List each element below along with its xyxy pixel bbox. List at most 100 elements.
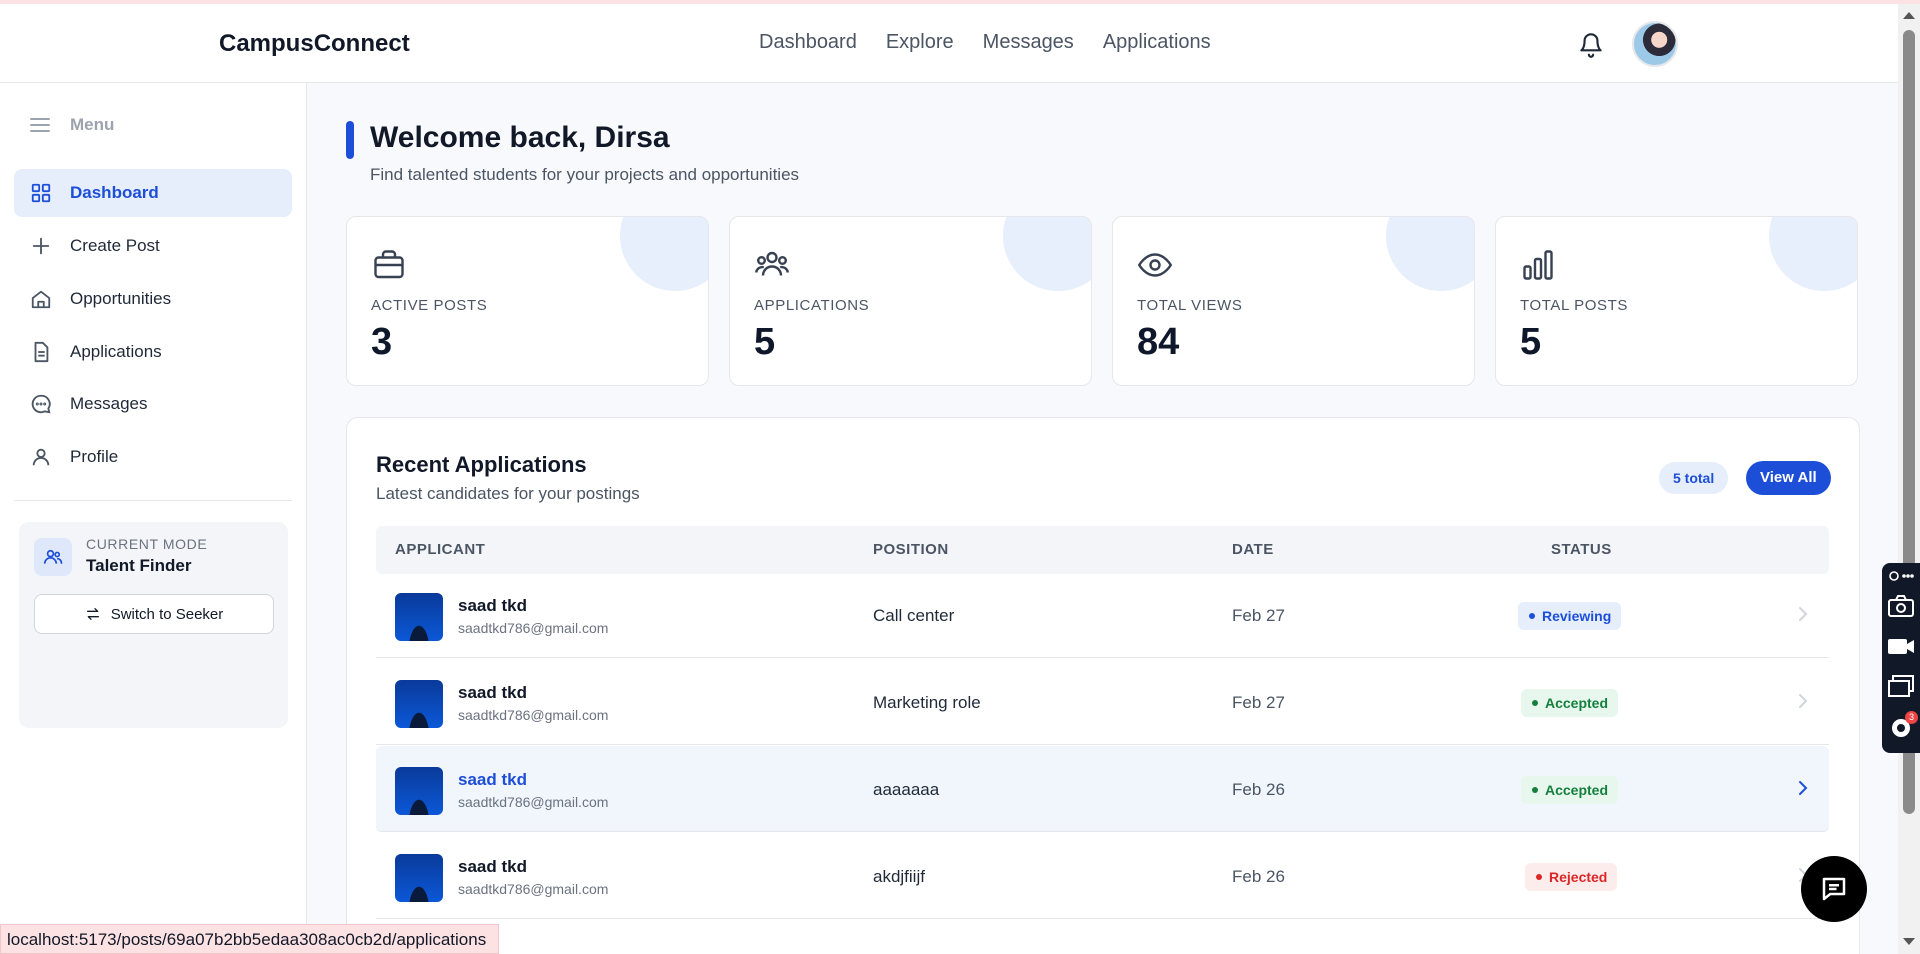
stat-value: 5 (1520, 321, 1542, 363)
decorative-blob (620, 217, 708, 291)
stat-label: TOTAL POSTS (1520, 297, 1629, 314)
settings-badge: 3 (1905, 711, 1918, 724)
menu-toggle[interactable]: Menu (30, 115, 114, 135)
bell-icon[interactable] (1578, 30, 1604, 60)
view-all-button[interactable]: View All (1746, 461, 1831, 495)
position-cell: aaaaaaa (873, 780, 940, 799)
users-icon (755, 251, 789, 276)
applicant-email: saadtkd786@gmail.com (458, 881, 609, 897)
column-header-applicant: APPLICANT (395, 541, 486, 558)
decorative-blob (1003, 217, 1091, 291)
topnav-explore[interactable]: Explore (886, 31, 954, 54)
position-cell: akdjfiijf (873, 867, 925, 886)
file-icon (34, 341, 49, 363)
page-title: Welcome back, Dirsa (370, 121, 670, 154)
applicant-avatar (395, 680, 443, 728)
menu-label: Menu (70, 115, 115, 134)
chevron-right-icon[interactable] (1795, 778, 1811, 798)
total-count-badge: 5 total (1659, 462, 1729, 494)
status-badge: Reviewing (1518, 602, 1622, 630)
video-camera-icon[interactable] (1887, 633, 1915, 659)
table-row[interactable]: saad tkd saadtkd786@gmail.com aaaaaaa Feb 2… (376, 746, 1829, 832)
stat-label: ACTIVE POSTS (371, 297, 488, 314)
screen-capture-toolbar: 3 (1882, 563, 1920, 753)
status-badge: Accepted (1521, 776, 1619, 804)
applicant-avatar (395, 854, 443, 902)
sidebar-item-label: Dashboard (70, 183, 159, 202)
link-icon[interactable] (1887, 569, 1915, 583)
sidebar-item-messages[interactable]: Messages (14, 380, 292, 428)
eye-icon (1137, 253, 1173, 277)
home-icon (31, 290, 51, 309)
top-nav: Dashboard Explore Messages Applications (759, 31, 1211, 54)
column-header-date: DATE (1232, 541, 1274, 558)
topnav-applications[interactable]: Applications (1103, 31, 1211, 54)
sidebar-divider (14, 500, 292, 501)
camera-icon[interactable] (1887, 593, 1915, 619)
window-capture-icon[interactable] (1887, 673, 1915, 699)
chat-bubble-icon (31, 394, 51, 414)
chevron-right-icon[interactable] (1795, 604, 1811, 624)
sidebar: Menu Dashboard Create Post Opportunities… (0, 83, 307, 954)
top-header: CampusConnect Dashboard Explore Messages… (0, 4, 1898, 83)
position-cell: Marketing role (873, 693, 981, 712)
status-badge: Accepted (1521, 689, 1619, 717)
topnav-dashboard[interactable]: Dashboard (759, 31, 857, 54)
table-header: APPLICANT POSITION DATE STATUS (376, 526, 1829, 574)
swap-arrows-icon (86, 608, 99, 620)
applicant-avatar (395, 767, 443, 815)
user-avatar[interactable] (1632, 21, 1678, 67)
chat-fab-button[interactable] (1801, 856, 1867, 922)
users-icon (43, 549, 63, 564)
scroll-up-arrow-icon[interactable] (1903, 12, 1915, 19)
hamburger-icon (30, 118, 50, 132)
brand-logo[interactable]: CampusConnect (219, 30, 410, 58)
scroll-down-arrow-icon[interactable] (1903, 938, 1915, 945)
sidebar-item-label: Opportunities (70, 289, 172, 308)
sidebar-item-label: Applications (70, 342, 162, 361)
decorative-blob (1769, 217, 1857, 291)
sidebar-item-create-post[interactable]: Create Post (14, 222, 292, 270)
stat-label: TOTAL VIEWS (1137, 297, 1243, 314)
recent-applications-card: Recent Applications Latest candidates fo… (346, 417, 1860, 954)
sidebar-item-applications[interactable]: Applications (14, 328, 292, 376)
applicant-name: saad tkd (458, 683, 527, 702)
section-subtitle: Latest candidates for your postings (376, 484, 640, 503)
applicant-email: saadtkd786@gmail.com (458, 707, 609, 723)
sidebar-item-dashboard[interactable]: Dashboard (14, 169, 292, 217)
date-cell: Feb 27 (1232, 693, 1285, 712)
stat-card-applications: APPLICATIONS 5 (729, 216, 1092, 386)
sidebar-item-label: Profile (70, 447, 119, 466)
applicant-email: saadtkd786@gmail.com (458, 794, 609, 810)
bar-chart-icon (1523, 250, 1553, 280)
date-cell: Feb 27 (1232, 606, 1285, 625)
stat-value: 5 (754, 321, 776, 363)
sidebar-item-opportunities[interactable]: Opportunities (14, 275, 292, 323)
decorative-blob (1386, 217, 1474, 291)
grid-icon (31, 183, 51, 203)
switch-mode-button[interactable]: Switch to Seeker (34, 594, 274, 634)
sidebar-item-profile[interactable]: Profile (14, 433, 292, 481)
stat-label: APPLICATIONS (754, 297, 870, 314)
date-cell: Feb 26 (1232, 867, 1285, 886)
switch-mode-label: Switch to Seeker (110, 605, 224, 623)
position-cell: Call center (873, 606, 955, 625)
applicant-email: saadtkd786@gmail.com (458, 620, 609, 636)
current-mode-card: CURRENT MODE Talent Finder Switch to See… (19, 522, 288, 728)
status-badge: Rejected (1525, 863, 1618, 891)
plus-icon (32, 237, 50, 255)
table-row[interactable]: saad tkd saadtkd786@gmail.com Call center F… (376, 572, 1829, 658)
topnav-messages[interactable]: Messages (983, 31, 1074, 54)
welcome-accent-bar (346, 121, 354, 159)
applicant-name: saad tkd (458, 857, 527, 876)
stat-card-active-posts: ACTIVE POSTS 3 (346, 216, 709, 386)
stat-value: 3 (371, 321, 393, 363)
table-row[interactable]: saad tkd saadtkd786@gmail.com akdjfiijf Feb… (376, 833, 1829, 919)
mode-value: Talent Finder (86, 556, 192, 575)
applicant-name: saad tkd (458, 770, 527, 789)
stat-card-total-views: TOTAL VIEWS 84 (1112, 216, 1475, 386)
applicant-name: saad tkd (458, 596, 527, 615)
column-header-status: STATUS (1551, 541, 1612, 558)
table-row[interactable]: saad tkd saadtkd786@gmail.com Marketing ro… (376, 659, 1829, 745)
chevron-right-icon[interactable] (1795, 691, 1811, 711)
